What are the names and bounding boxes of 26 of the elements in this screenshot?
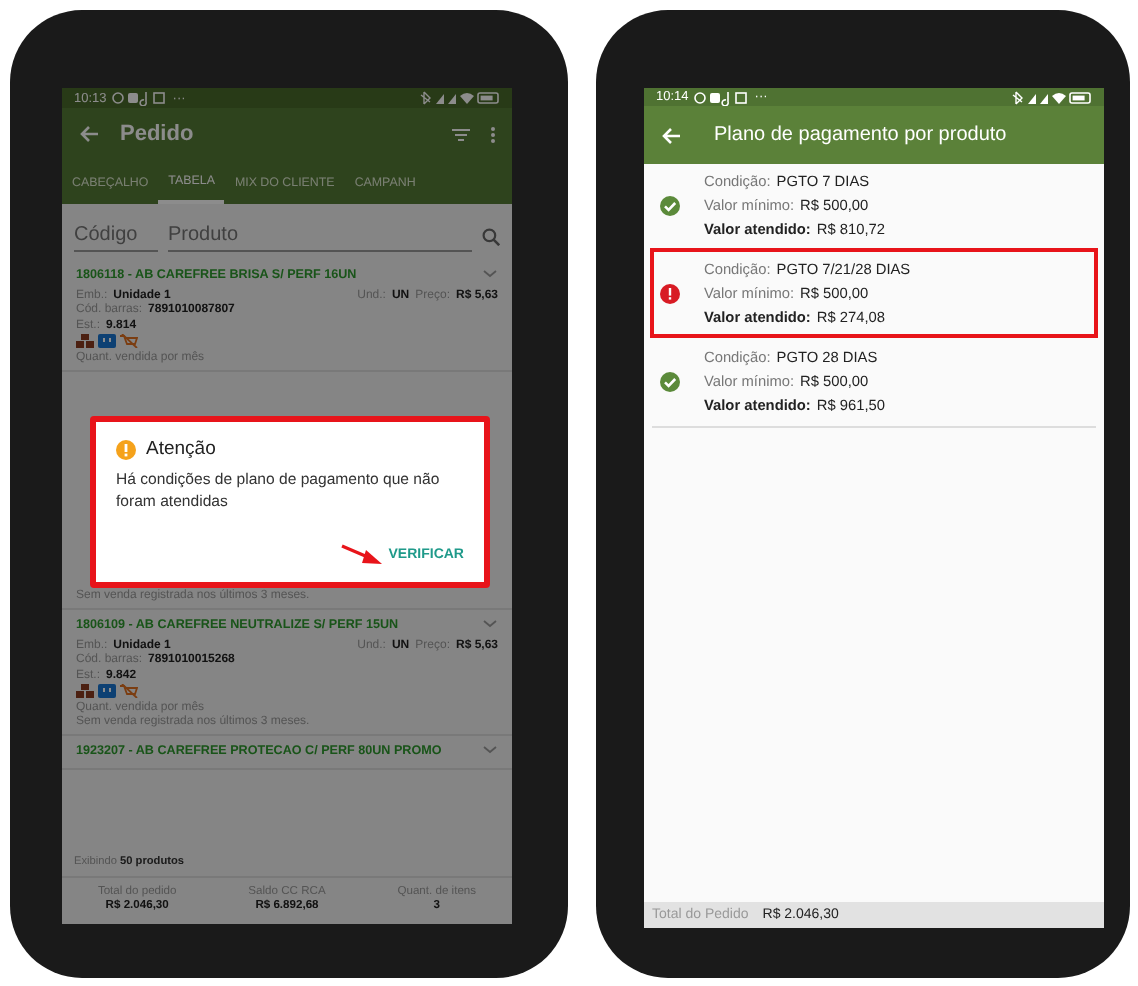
- back-icon[interactable]: [78, 124, 100, 144]
- back-icon[interactable]: [660, 125, 682, 145]
- warning-icon: [116, 439, 136, 459]
- code-field[interactable]: Código: [74, 220, 158, 252]
- badge-icon: [98, 684, 116, 698]
- screen-title: Plano de pagamento por produto: [714, 124, 1007, 146]
- cart-crossed-icon: [120, 334, 138, 348]
- boxes-icon: [76, 334, 94, 348]
- notification-icons-drawing: [694, 89, 749, 105]
- product-field[interactable]: Produto: [168, 220, 472, 252]
- more-icon[interactable]: [490, 125, 496, 143]
- dialog-title: Atenção: [146, 438, 216, 460]
- filter-icon[interactable]: [452, 127, 470, 141]
- notification-icons-drawing: [112, 90, 167, 106]
- chevron-down-icon[interactable]: [482, 744, 498, 754]
- boxes-icon: [76, 684, 94, 698]
- error-circle-icon: [660, 283, 680, 303]
- chevron-down-icon[interactable]: [482, 618, 498, 628]
- badge-icon: [98, 334, 116, 348]
- search-icon[interactable]: [482, 227, 500, 245]
- status-icons-drawing: [420, 90, 500, 106]
- status-icons-drawing: [1012, 89, 1092, 105]
- cart-crossed-icon: [120, 684, 138, 698]
- chevron-down-icon[interactable]: [482, 268, 498, 278]
- arrow-annotation: [341, 544, 383, 564]
- screen-title: Pedido: [120, 122, 194, 146]
